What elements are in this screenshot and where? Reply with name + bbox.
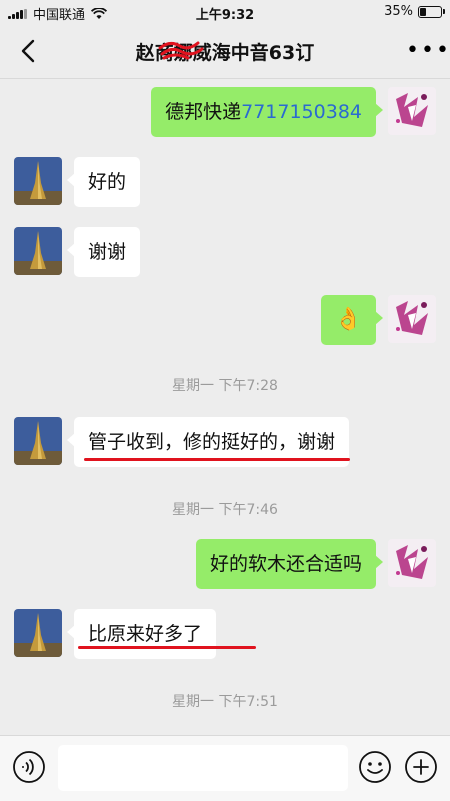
plus-icon[interactable] [404, 750, 438, 784]
contact-avatar[interactable] [14, 609, 62, 657]
my-avatar[interactable] [388, 87, 436, 135]
tracking-number-link[interactable]: 7717150384 [241, 101, 362, 123]
my-avatar-image [388, 295, 436, 343]
red-underline-annotation [84, 458, 350, 461]
message-bubble-in[interactable]: 谢谢 [66, 227, 141, 277]
back-icon[interactable] [14, 36, 44, 66]
pagoda-image [14, 157, 62, 205]
battery-icon [418, 5, 445, 18]
pagoda-image [14, 417, 62, 465]
message-text: 比原来好多了 [88, 623, 203, 645]
contact-avatar[interactable] [14, 227, 62, 275]
chat-area[interactable]: 德邦快递7717150384 好的 谢谢 👌 星期一 下午7:28 管子收到，修… [0, 79, 450, 735]
pagoda-image [14, 227, 62, 275]
my-avatar[interactable] [388, 295, 436, 343]
message-text: 好的 [88, 171, 127, 193]
more-options-icon[interactable]: ••• [406, 38, 449, 64]
chat-header: 赵商娜威海中音63订 ••• [0, 24, 450, 79]
emoji-icon[interactable] [358, 750, 392, 784]
timestamp: 星期一 下午7:51 [172, 694, 278, 710]
battery-percent: 35% [384, 4, 413, 19]
battery-level [420, 7, 426, 16]
message-bubble-in[interactable]: 好的 [66, 157, 141, 207]
message-input[interactable] [58, 745, 348, 791]
status-right: 35% [384, 4, 445, 19]
message-text: 德邦快递 [165, 101, 242, 123]
message-text: 好的软木还合适吗 [209, 553, 362, 575]
message-bubble-out[interactable]: 德邦快递7717150384 [151, 87, 383, 137]
my-avatar-image [388, 539, 436, 587]
message-text: 谢谢 [88, 241, 127, 263]
timestamp: 星期一 下午7:28 [172, 378, 278, 394]
pagoda-image [14, 609, 62, 657]
status-time: 上午9:32 [195, 8, 255, 23]
contact-avatar[interactable] [14, 417, 62, 465]
my-avatar[interactable] [388, 539, 436, 587]
message-bubble-out[interactable]: 👌 [320, 295, 384, 345]
voice-icon[interactable] [12, 750, 46, 784]
message-bubble-out[interactable]: 好的软木还合适吗 [195, 539, 384, 589]
redaction-scribble [158, 41, 204, 60]
input-bar [0, 735, 450, 801]
chat-title: 赵商娜威海中音63订 [60, 38, 390, 65]
timestamp: 星期一 下午7:46 [172, 502, 278, 518]
status-bar: 中国联通 上午9:32 35% [0, 0, 450, 24]
message-bubble-in[interactable]: 比原来好多了 [66, 609, 217, 659]
my-avatar-image [388, 87, 436, 135]
red-underline-annotation [78, 646, 256, 649]
chat-title-wrap: 赵商娜威海中音63订 [136, 38, 314, 65]
ok-hand-emoji: 👌 [334, 307, 362, 332]
contact-avatar[interactable] [14, 157, 62, 205]
message-text: 管子收到，修的挺好的，谢谢 [88, 431, 336, 453]
